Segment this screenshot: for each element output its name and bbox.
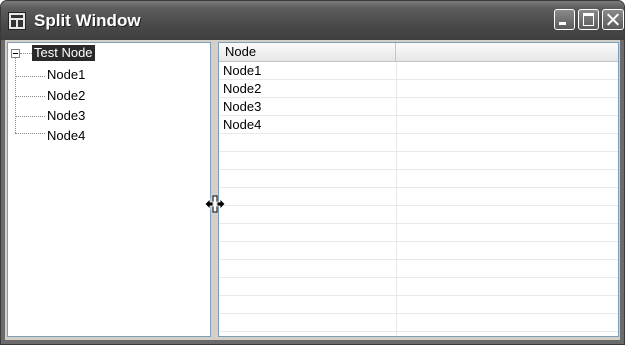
collapse-toggle-icon[interactable] bbox=[11, 49, 20, 58]
empty-row bbox=[219, 278, 618, 296]
empty-row bbox=[219, 134, 618, 152]
tree-node-node1[interactable]: Node1 bbox=[47, 66, 85, 84]
window-app-icon[interactable] bbox=[8, 12, 26, 30]
empty-row bbox=[219, 206, 618, 224]
close-button[interactable] bbox=[602, 9, 624, 30]
splitter-bar[interactable] bbox=[211, 40, 218, 340]
title-bar[interactable]: Split Window bbox=[1, 1, 624, 40]
minimize-button[interactable] bbox=[554, 9, 575, 30]
list-row[interactable]: Node3 bbox=[219, 98, 618, 116]
window-title: Split Window bbox=[34, 11, 141, 30]
tree-branch-line bbox=[15, 133, 45, 134]
list-row[interactable]: Node1 bbox=[219, 62, 618, 80]
tree-branch-line bbox=[15, 96, 45, 97]
empty-row bbox=[219, 314, 618, 332]
client-area: Test Node Node1 Node2 Node3 Node4 Node N… bbox=[5, 40, 620, 340]
tree-connector bbox=[20, 53, 32, 54]
list-cell: Node3 bbox=[223, 99, 262, 114]
tree-node-node4[interactable]: Node4 bbox=[47, 127, 85, 145]
list-cell: Node2 bbox=[223, 81, 262, 96]
column-header-empty[interactable] bbox=[396, 43, 618, 61]
tree-node-node2[interactable]: Node2 bbox=[47, 87, 85, 105]
empty-row bbox=[219, 260, 618, 278]
column-header-node[interactable]: Node bbox=[219, 43, 396, 61]
resize-cursor-icon bbox=[204, 195, 226, 213]
list-row[interactable]: Node2 bbox=[219, 80, 618, 98]
list-cell: Node1 bbox=[223, 63, 262, 78]
tree-view[interactable]: Test Node Node1 Node2 Node3 Node4 bbox=[7, 42, 211, 337]
tree-branch-line bbox=[15, 76, 45, 77]
list-view[interactable]: Node Node1 Node2 Node3 Node4 bbox=[218, 42, 619, 337]
list-header: Node bbox=[219, 43, 618, 62]
tree-node-root[interactable]: Test Node bbox=[32, 45, 95, 61]
maximize-button[interactable] bbox=[578, 9, 599, 30]
list-cell: Node4 bbox=[223, 117, 262, 132]
empty-row bbox=[219, 296, 618, 314]
list-row[interactable]: Node4 bbox=[219, 116, 618, 134]
tree-branch-line bbox=[15, 116, 45, 117]
split-window: Split Window Test Node Node1 Node2 Node3… bbox=[0, 0, 625, 345]
empty-row bbox=[219, 188, 618, 206]
tree-node-node3[interactable]: Node3 bbox=[47, 107, 85, 125]
empty-row bbox=[219, 224, 618, 242]
empty-row bbox=[219, 170, 618, 188]
empty-row bbox=[219, 152, 618, 170]
empty-row bbox=[219, 242, 618, 260]
